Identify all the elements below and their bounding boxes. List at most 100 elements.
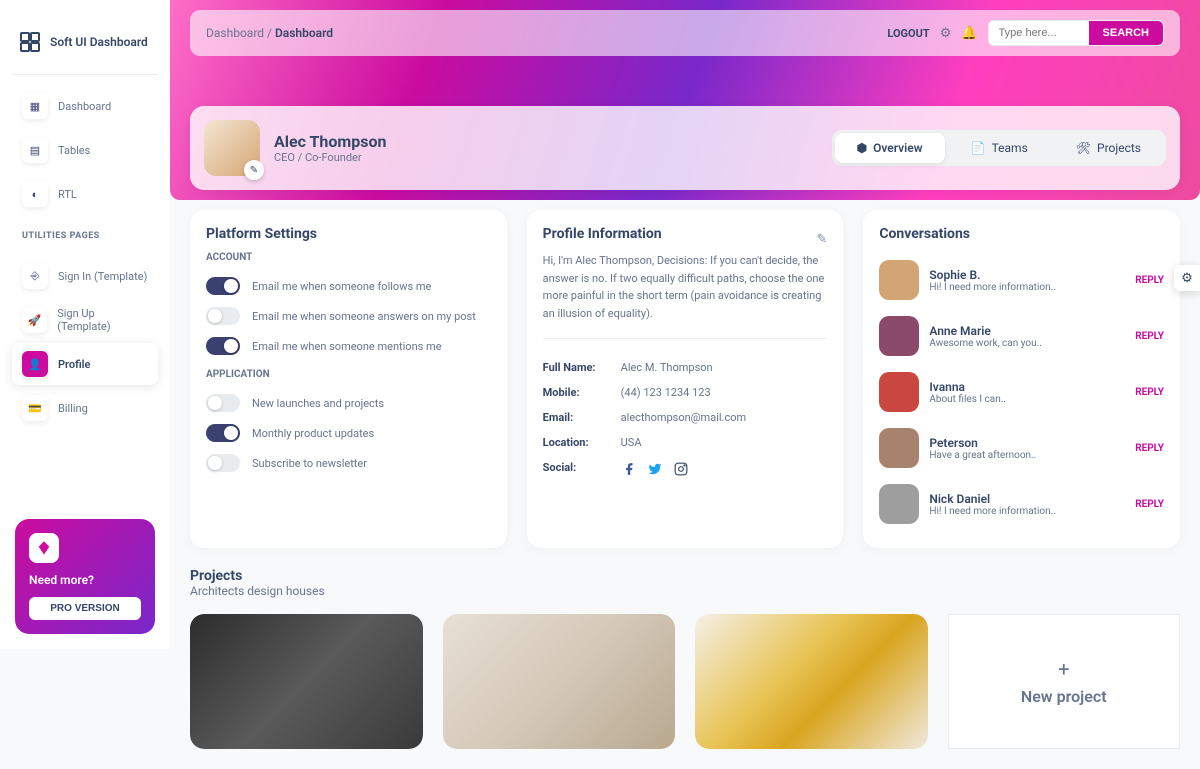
profile-icon: 👤 bbox=[22, 351, 48, 377]
profile-tabs: ⬢Overview 📄Teams 🛠 Projects bbox=[832, 130, 1166, 166]
promo-card: Need more? PRO VERSION bbox=[15, 519, 155, 634]
nav-label: RTL bbox=[58, 188, 77, 201]
tab-projects[interactable]: 🛠 Projects bbox=[1054, 133, 1163, 163]
sidebar-item-rtl[interactable]: ◐ RTL bbox=[12, 173, 158, 215]
nav-section-utilities: UTILITIES PAGES bbox=[12, 217, 158, 245]
twitter-icon[interactable] bbox=[647, 461, 663, 477]
conversation-item: Sophie B.Hi! I need more information.. RE… bbox=[879, 252, 1164, 308]
conversation-name: Ivanna bbox=[929, 380, 1125, 394]
info-value: Alec M. Thompson bbox=[621, 361, 713, 374]
tab-label: Overview bbox=[873, 141, 923, 155]
account-label: ACCOUNT bbox=[206, 252, 491, 263]
project-image bbox=[695, 614, 928, 749]
search-button[interactable]: SEARCH bbox=[1089, 21, 1163, 45]
reply-button[interactable]: REPLY bbox=[1135, 499, 1164, 510]
new-project-button[interactable]: + New project bbox=[948, 614, 1181, 749]
conversation-message: Hi! I need more information.. bbox=[929, 506, 1125, 517]
info-row: Location:USA bbox=[543, 430, 828, 455]
search-input[interactable] bbox=[989, 21, 1089, 45]
conversation-message: Have a great afternoon.. bbox=[929, 450, 1125, 461]
facebook-icon[interactable] bbox=[621, 461, 637, 477]
setting-toggle[interactable] bbox=[206, 277, 240, 295]
nav-label: Tables bbox=[58, 144, 90, 157]
info-label: Email: bbox=[543, 411, 613, 424]
conversation-name: Anne Marie bbox=[929, 324, 1125, 338]
setting-row: Subscribe to newsletter bbox=[206, 448, 491, 478]
sidebar-item-billing[interactable]: 💳Billing bbox=[12, 387, 158, 429]
setting-toggle[interactable] bbox=[206, 394, 240, 412]
reply-button[interactable]: REPLY bbox=[1135, 387, 1164, 398]
setting-text: Email me when someone mentions me bbox=[252, 340, 442, 353]
conversation-message: Awesome work, can you.. bbox=[929, 338, 1125, 349]
setting-row: New launches and projects bbox=[206, 388, 491, 418]
setting-toggle[interactable] bbox=[206, 337, 240, 355]
sidebar-item-tables[interactable]: ▤ Tables bbox=[12, 129, 158, 171]
sidebar-item-signin[interactable]: ⎆Sign In (Template) bbox=[12, 255, 158, 297]
project-image bbox=[443, 614, 676, 749]
conversation-item: IvannaAbout files I can.. REPLY bbox=[879, 364, 1164, 420]
setting-row: Monthly product updates bbox=[206, 418, 491, 448]
project-card[interactable] bbox=[443, 614, 676, 749]
sidebar-item-profile[interactable]: 👤Profile bbox=[12, 343, 158, 385]
logout-button[interactable]: LOGOUT bbox=[887, 27, 929, 40]
setting-toggle[interactable] bbox=[206, 424, 240, 442]
setting-text: Email me when someone follows me bbox=[252, 280, 431, 293]
nav-label: Sign In (Template) bbox=[58, 270, 147, 283]
project-card[interactable] bbox=[190, 614, 423, 749]
info-row: Full Name:Alec M. Thompson bbox=[543, 355, 828, 380]
tools-icon: 🛠 bbox=[1076, 141, 1091, 155]
info-value: (44) 123 1234 123 bbox=[621, 386, 711, 399]
conversations-card: Conversations Sophie B.Hi! I need more i… bbox=[863, 210, 1180, 548]
setting-text: Email me when someone answers on my post bbox=[252, 310, 476, 323]
setting-toggle[interactable] bbox=[206, 307, 240, 325]
reply-button[interactable]: REPLY bbox=[1135, 331, 1164, 342]
instagram-icon[interactable] bbox=[673, 461, 689, 477]
brand-icon bbox=[18, 30, 42, 54]
rtl-icon: ◐ bbox=[22, 181, 48, 207]
info-label: Mobile: bbox=[543, 386, 613, 399]
conversation-name: Peterson bbox=[929, 436, 1125, 450]
reply-button[interactable]: REPLY bbox=[1135, 443, 1164, 454]
topbar: Dashboard / Dashboard LOGOUT ⚙ 🔔 SEARCH bbox=[190, 10, 1180, 56]
edit-info-icon[interactable]: ✎ bbox=[816, 232, 827, 247]
gear-icon[interactable]: ⚙ bbox=[940, 26, 952, 41]
edit-avatar-button[interactable]: ✎ bbox=[244, 160, 264, 180]
sidebar: Soft UI Dashboard ▦Dashboard ▤ Tables ◐ RT… bbox=[0, 0, 170, 649]
conversation-item: Nick DanielHi! I need more information..… bbox=[879, 476, 1164, 532]
profile-name: Alec Thompson bbox=[274, 132, 387, 151]
platform-settings-card: Platform Settings ACCOUNT Email me when … bbox=[190, 210, 507, 548]
conversation-avatar bbox=[879, 428, 919, 468]
conversation-name: Sophie B. bbox=[929, 268, 1125, 282]
reply-button[interactable]: REPLY bbox=[1135, 275, 1164, 286]
sidebar-item-signup[interactable]: 🚀Sign Up (Template) bbox=[12, 299, 158, 341]
sidebar-item-dashboard[interactable]: ▦Dashboard bbox=[12, 85, 158, 127]
conversation-message: Hi! I need more information.. bbox=[929, 282, 1125, 293]
conversation-message: About files I can.. bbox=[929, 394, 1125, 405]
brand[interactable]: Soft UI Dashboard bbox=[12, 20, 158, 75]
projects-subtitle: Architects design houses bbox=[190, 584, 1180, 598]
pro-version-button[interactable]: PRO VERSION bbox=[29, 597, 141, 620]
tab-teams[interactable]: 📄Teams bbox=[949, 133, 1050, 163]
breadcrumb: Dashboard / Dashboard bbox=[206, 26, 333, 40]
bell-icon[interactable]: 🔔 bbox=[961, 26, 977, 41]
setting-toggle[interactable] bbox=[206, 454, 240, 472]
breadcrumb-root[interactable]: Dashboard bbox=[206, 26, 264, 40]
nav-label: Dashboard bbox=[58, 100, 111, 113]
profile-info-card: Profile Information ✎ Hi, I'm Alec Thomp… bbox=[527, 210, 844, 548]
card-title: Profile Information bbox=[543, 226, 662, 242]
project-image bbox=[190, 614, 423, 749]
setting-row: Email me when someone follows me bbox=[206, 271, 491, 301]
diamond-icon bbox=[29, 533, 59, 563]
profile-role: CEO / Co-Founder bbox=[274, 151, 387, 164]
nav-label: Billing bbox=[58, 402, 88, 415]
table-icon: ▤ bbox=[22, 137, 48, 163]
new-project-label: New project bbox=[1021, 687, 1107, 706]
card-title: Conversations bbox=[879, 226, 1164, 242]
settings-fab[interactable]: ⚙ bbox=[1174, 265, 1200, 291]
tab-label: Teams bbox=[992, 141, 1028, 155]
project-card[interactable] bbox=[695, 614, 928, 749]
search-box: SEARCH bbox=[988, 20, 1164, 46]
conversation-avatar bbox=[879, 484, 919, 524]
tab-overview[interactable]: ⬢Overview bbox=[835, 133, 945, 163]
tab-label: Projects bbox=[1097, 141, 1141, 155]
